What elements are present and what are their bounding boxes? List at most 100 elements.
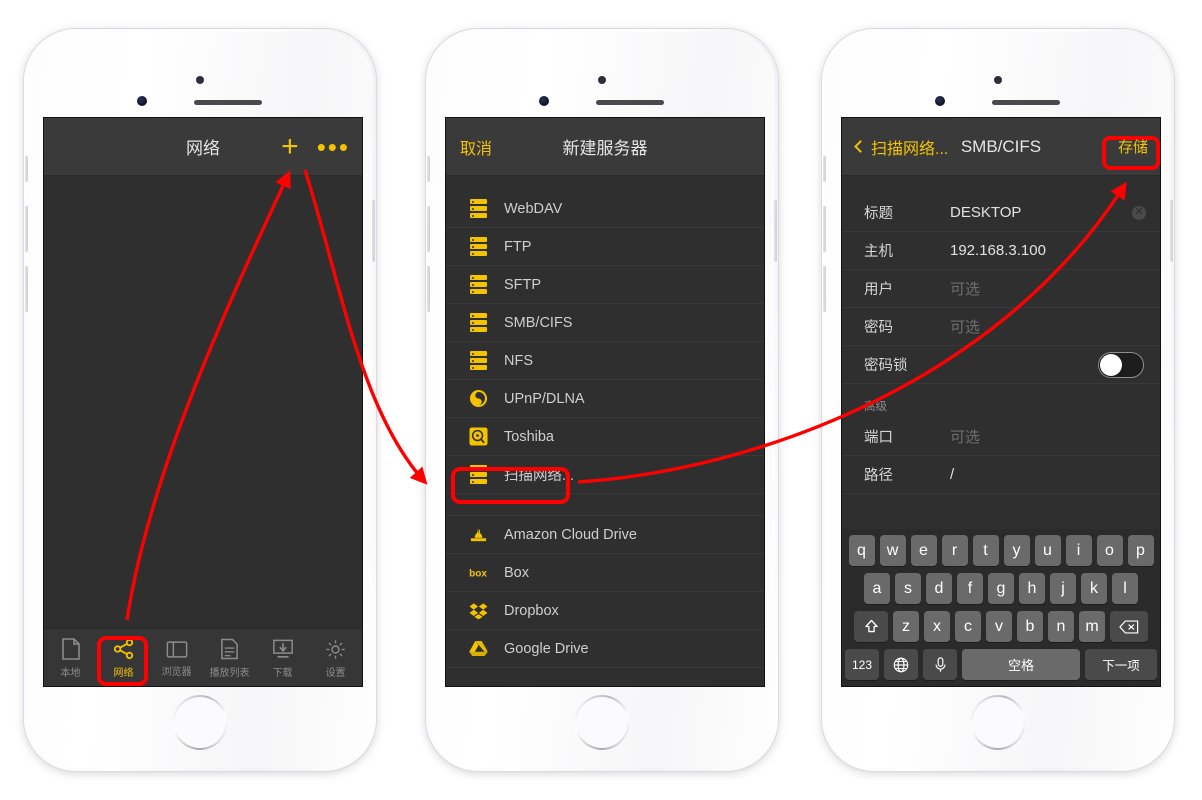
tab-playlist[interactable]: 播放列表 <box>203 629 256 686</box>
tab-settings[interactable]: 设置 <box>309 629 362 686</box>
download-icon <box>272 639 293 658</box>
key-w[interactable]: w <box>879 535 906 566</box>
tab-browser[interactable]: 浏览器 <box>150 629 203 686</box>
volume-up-button[interactable] <box>427 206 430 252</box>
clear-icon[interactable]: ✕ <box>1132 205 1146 220</box>
key-t[interactable]: t <box>972 535 999 566</box>
key-c[interactable]: c <box>955 611 981 642</box>
key-f[interactable]: f <box>957 573 983 604</box>
key-g[interactable]: g <box>988 573 1014 604</box>
key-l[interactable]: l <box>1112 573 1138 604</box>
list-item-toshiba[interactable]: Toshiba <box>446 418 764 456</box>
field-row-password-lock[interactable]: 密码锁 <box>842 346 1160 384</box>
silent-switch[interactable] <box>823 156 826 182</box>
password-lock-toggle[interactable] <box>1098 351 1144 378</box>
list-item-dropbox[interactable]: Dropbox <box>446 592 764 630</box>
title-input[interactable]: DESKTOP <box>950 204 1021 221</box>
key-e[interactable]: e <box>910 535 937 566</box>
power-button[interactable] <box>1170 200 1173 262</box>
field-row-title[interactable]: 标题 DESKTOP ✕ <box>842 194 1160 232</box>
microphone-icon[interactable] <box>923 649 957 680</box>
power-button[interactable] <box>774 200 777 262</box>
tab-browser-label: 浏览器 <box>161 666 192 678</box>
key-h[interactable]: h <box>1019 573 1045 604</box>
key-v[interactable]: v <box>986 611 1012 642</box>
home-button[interactable] <box>574 695 630 750</box>
key-n[interactable]: n <box>1048 611 1074 642</box>
space-key[interactable]: 空格 <box>962 649 1080 680</box>
field-label: 主机 <box>864 244 893 260</box>
save-button[interactable]: 存储 <box>1118 136 1148 157</box>
list-item-nfs[interactable]: NFS <box>446 342 764 380</box>
port-input[interactable]: 可选 <box>950 426 980 447</box>
field-row-user[interactable]: 用户 可选 <box>842 270 1160 308</box>
key-d[interactable]: d <box>926 573 952 604</box>
list-item-box[interactable]: box Box <box>446 554 764 592</box>
key-p[interactable]: p <box>1127 535 1154 566</box>
key-s[interactable]: s <box>895 573 921 604</box>
key-a[interactable]: a <box>864 573 890 604</box>
home-button[interactable] <box>970 695 1026 750</box>
list-item-google-drive[interactable]: Google Drive <box>446 630 764 668</box>
list-item-webdav[interactable]: WebDAV <box>446 190 764 228</box>
list-item-sftp[interactable]: SFTP <box>446 266 764 304</box>
numbers-key[interactable]: 123 <box>845 649 879 680</box>
gear-icon <box>326 639 345 659</box>
password-input[interactable]: 可选 <box>950 316 980 337</box>
tab-settings-label: 设置 <box>325 667 346 679</box>
globe-icon[interactable] <box>884 649 918 680</box>
host-input[interactable]: 192.168.3.100 <box>950 242 1046 259</box>
volume-down-button[interactable] <box>25 266 28 312</box>
phone-3-screen: 扫描网络... SMB/CIFS 存储 标题 DESKTOP ✕ 主机 192.… <box>841 117 1161 687</box>
keyboard-row-4: 123 空格 下一项 <box>845 649 1157 680</box>
field-row-port[interactable]: 端口 可选 <box>842 418 1160 456</box>
tab-download[interactable]: 下载 <box>256 629 309 686</box>
silent-switch[interactable] <box>25 156 28 182</box>
key-b[interactable]: b <box>1017 611 1043 642</box>
list-item-amazon-cloud-drive[interactable]: a Amazon Cloud Drive <box>446 516 764 554</box>
key-q[interactable]: q <box>848 535 875 566</box>
tab-local[interactable]: 本地 <box>44 629 97 686</box>
more-dots-icon[interactable]: ••• <box>317 134 350 160</box>
next-key[interactable]: 下一项 <box>1085 649 1157 680</box>
upnp-dlna-icon <box>468 389 488 409</box>
volume-down-button[interactable] <box>427 266 430 312</box>
amazon-cloud-drive-icon: a <box>468 525 488 545</box>
path-input[interactable]: / <box>950 466 954 483</box>
key-j[interactable]: j <box>1050 573 1076 604</box>
key-u[interactable]: u <box>1034 535 1061 566</box>
key-z[interactable]: z <box>893 611 919 642</box>
add-server-icon[interactable]: + <box>281 131 299 162</box>
phone-device-2: 取消 新建服务器 WebDAV FTP SFTP SMB/CIFS NFS UP… <box>426 29 778 771</box>
back-button[interactable]: 扫描网络... <box>842 135 948 159</box>
user-input[interactable]: 可选 <box>950 278 980 299</box>
list-item-scan-network[interactable]: 扫描网络... <box>446 456 764 494</box>
key-i[interactable]: i <box>1065 535 1092 566</box>
field-row-password[interactable]: 密码 可选 <box>842 308 1160 346</box>
silent-switch[interactable] <box>427 156 430 182</box>
key-y[interactable]: y <box>1003 535 1030 566</box>
field-row-path[interactable]: 路径 / <box>842 456 1160 494</box>
list-item-label: SMB/CIFS <box>504 314 573 331</box>
key-k[interactable]: k <box>1081 573 1107 604</box>
home-button[interactable] <box>172 695 228 750</box>
key-x[interactable]: x <box>924 611 950 642</box>
backspace-icon[interactable] <box>1110 611 1148 642</box>
volume-up-button[interactable] <box>25 206 28 252</box>
volume-up-button[interactable] <box>823 206 826 252</box>
power-button[interactable] <box>372 200 375 262</box>
list-item-upnp-dlna[interactable]: UPnP/DLNA <box>446 380 764 418</box>
list-item-ftp[interactable]: FTP <box>446 228 764 266</box>
field-row-host[interactable]: 主机 192.168.3.100 <box>842 232 1160 270</box>
list-item-smb-cifs[interactable]: SMB/CIFS <box>446 304 764 342</box>
shift-arrow-icon[interactable] <box>854 611 888 642</box>
key-m[interactable]: m <box>1079 611 1105 642</box>
phone-1-navbar: 网络 + ••• <box>44 118 362 176</box>
list-section-divider <box>446 494 764 516</box>
volume-down-button[interactable] <box>823 266 826 312</box>
field-label: 用户 <box>864 282 893 298</box>
key-o[interactable]: o <box>1096 535 1123 566</box>
cancel-button[interactable]: 取消 <box>446 135 492 159</box>
key-r[interactable]: r <box>941 535 968 566</box>
tab-network[interactable]: 网络 <box>97 629 150 686</box>
